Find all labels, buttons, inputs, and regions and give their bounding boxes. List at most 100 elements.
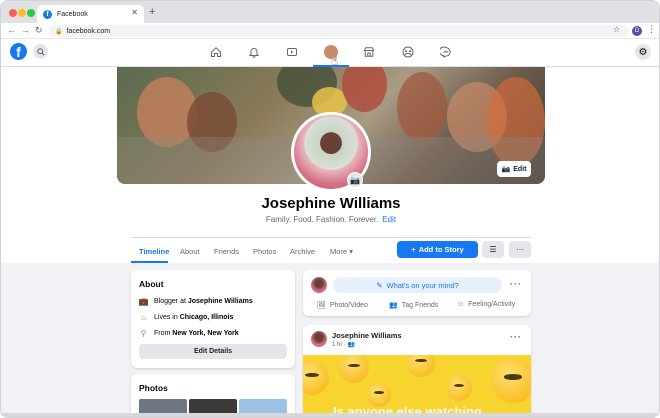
whats-on-your-mind-input[interactable]: ✎ What's on your mind? [333,277,502,293]
tag-friends-button[interactable]: 👥 Tag Friends [389,301,439,310]
facebook-logo-icon[interactable]: f [10,43,27,60]
new-tab-button[interactable]: + [149,6,155,18]
post-image[interactable]: Is anyone else watching [303,355,531,415]
about-row-prefix: Lives in [154,314,180,321]
add-story-label: Add to Story [418,245,464,254]
list-icon: ☰ [489,245,497,254]
tab-title: Facebook [57,10,88,18]
minimize-window-icon[interactable] [18,9,26,17]
about-row-value[interactable]: New York, New York [172,330,238,337]
address-bar-row: ← → ↻ 🔒 facebook.com ☆ D ⋮ [1,23,659,39]
tab-more[interactable]: More ▾ [330,247,353,256]
home-icon: ⌂ [141,313,146,322]
emoji-face-icon [491,359,531,403]
add-to-story-button[interactable]: + Add to Story [397,241,478,258]
browser-window: f Facebook ✕ + ← → ↻ 🔒 facebook.com ☆ D … [0,0,660,418]
friends-audience-icon: 👥 [347,342,356,348]
hand-cursor-icon: ☝ [331,54,339,68]
url-text: facebook.com [66,27,111,35]
feed-area: About 💼 Blogger at Josephine Williams ⌂ … [1,263,659,417]
composer-more-icon[interactable]: ··· [510,279,522,289]
photo-icon: 🖼 [317,302,326,309]
about-row-value[interactable]: Chicago, Illinois [180,314,234,321]
tab-about[interactable]: About [180,247,200,256]
tab-photos[interactable]: Photos [253,247,276,256]
search-icon [36,47,45,56]
notifications-bell-icon[interactable] [246,44,262,60]
photo-video-button[interactable]: 🖼 Photo/Video [317,301,368,310]
avatar [311,331,327,347]
profile-name: Josephine Williams [261,195,401,212]
tag-friends-icon: 👥 [389,302,398,309]
emoji-face-icon [303,361,329,395]
about-row-value[interactable]: Josephine Williams [188,298,253,305]
browser-profile-avatar[interactable]: D [632,26,642,36]
reload-icon[interactable]: ↻ [35,25,43,36]
avatar [311,277,327,293]
smiley-icon: ☺ [457,301,465,308]
plus-icon: + [411,245,416,254]
update-photo-camera-icon[interactable]: 📷 [347,172,363,188]
action-label: Photo/Video [329,301,368,309]
briefcase-icon: 💼 [138,297,149,306]
emoji-face-icon [446,375,472,401]
tab-strip: f Facebook ✕ + [1,1,659,23]
feed-post: Josephine Williams 1 hr · 👥 ··· Is anyon… [303,325,531,417]
about-row-from: ⚲ From New York, New York [139,329,239,338]
action-label: Tag Friends [401,301,439,309]
about-card: About 💼 Blogger at Josephine Williams ⌂ … [131,270,295,368]
maximize-window-icon[interactable] [27,9,35,17]
ellipsis-icon: ··· [516,245,524,254]
edit-cover-button[interactable]: 📷 Edit [497,161,531,177]
forward-arrow-icon[interactable]: → [21,25,30,35]
tab-friends[interactable]: Friends [214,247,239,256]
tab-archive[interactable]: Archive [290,247,315,256]
photos-card: Photos [131,374,295,417]
post-timestamp[interactable]: 1 hr · [332,342,348,348]
about-row-prefix: Blogger at [154,298,188,305]
post-author[interactable]: Josephine Williams [332,331,402,340]
close-tab-icon[interactable]: ✕ [131,8,138,17]
profile-page: 📷 Edit 📷 Josephine Williams Family. Food… [1,67,659,417]
composer-prompt: What's on your mind? [386,280,459,290]
lock-icon: 🔒 [55,28,63,35]
about-row-prefix: From [154,330,173,337]
groups-icon[interactable] [400,44,416,60]
browser-tab[interactable]: f Facebook ✕ [37,5,144,23]
post-composer: ✎ What's on your mind? ··· 🖼 Photo/Video… [303,270,531,316]
about-row-lives: ⌂ Lives in Chicago, Illinois [139,313,233,322]
camera-icon: 📷 [501,166,511,173]
bookmark-star-icon[interactable]: ☆ [613,25,620,34]
photos-title: Photos [139,383,168,393]
marketplace-icon[interactable] [361,44,377,60]
watch-video-icon[interactable] [284,44,300,60]
url-field[interactable]: 🔒 facebook.com [49,25,629,37]
feeling-activity-button[interactable]: ☺ Feeling/Activity [457,301,515,308]
facebook-favicon-icon: f [43,9,52,19]
emoji-face-icon [407,355,435,377]
emoji-face-icon [339,355,369,383]
edit-cover-label: Edit [513,165,527,173]
action-label: Feeling/Activity [468,301,516,308]
more-options-button[interactable]: ··· [509,241,531,258]
list-view-button[interactable]: ☰ [482,241,504,258]
post-time: 1 hr · 👥 [332,341,355,348]
bio-text: Family. Food. Fashion. Forever. [265,215,379,224]
edit-details-button[interactable]: Edit Details [139,344,287,359]
edit-bio-link[interactable]: Edit [382,215,396,224]
about-title: About [139,279,164,289]
browser-menu-icon[interactable]: ⋮ [647,24,656,35]
about-row-work: 💼 Blogger at Josephine Williams [139,297,253,306]
post-more-icon[interactable]: ··· [510,332,522,342]
back-arrow-icon[interactable]: ← [7,25,16,35]
location-icon: ⚲ [140,329,147,338]
search-button[interactable] [33,44,48,59]
profile-bio: Family. Food. Fashion. Forever. Edit [1,215,659,224]
home-icon[interactable] [208,44,224,60]
tab-timeline[interactable]: Timeline [139,247,169,256]
close-window-icon[interactable] [9,9,17,17]
settings-gear-icon[interactable]: ⚙ [635,44,651,60]
pencil-icon: ✎ [376,280,383,290]
messenger-icon[interactable] [438,44,454,60]
horizontal-scrollbar[interactable] [1,413,659,417]
